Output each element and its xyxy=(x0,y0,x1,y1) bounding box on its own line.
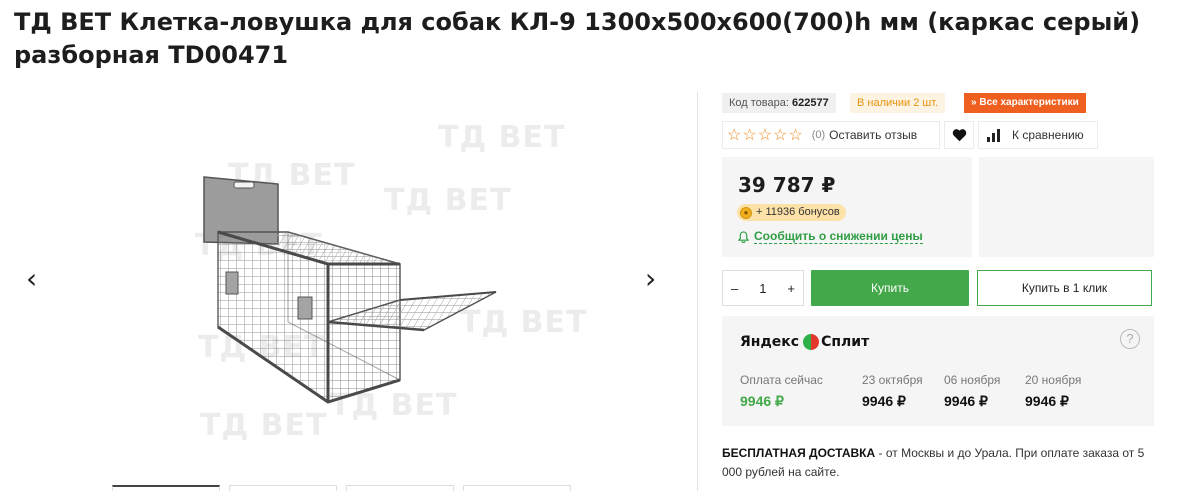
thumbnail[interactable] xyxy=(112,485,220,491)
payment-date: 06 ноября xyxy=(944,373,1001,387)
bonus-badge: ● + 11936 бонусов xyxy=(737,204,846,221)
price-side-panel xyxy=(979,157,1154,257)
delivery-info: БЕСПЛАТНАЯ ДОСТАВКА - от Москвы и до Ура… xyxy=(722,444,1162,482)
product-code-label: Код товара: xyxy=(729,97,789,109)
product-code-tag: Код товара: 622577 xyxy=(722,93,836,113)
split-brand-left: Яндекс xyxy=(740,334,800,350)
thumbnail[interactable] xyxy=(229,485,337,491)
payment-column: 20 ноября 9946 ₽ xyxy=(1025,373,1081,410)
decrease-quantity-button[interactable]: – xyxy=(731,281,738,296)
payment-column: 23 октября 9946 ₽ xyxy=(862,373,923,410)
star-outline-icon[interactable]: ☆ xyxy=(788,125,802,145)
increase-quantity-button[interactable]: + xyxy=(787,281,795,296)
favorite-button[interactable] xyxy=(944,121,974,149)
split-brand-right: Сплит xyxy=(821,334,870,350)
help-icon[interactable]: ? xyxy=(1120,329,1140,349)
divider xyxy=(697,92,698,491)
price-drop-notify-link[interactable]: Сообщить о снижении цены xyxy=(738,229,923,244)
payment-column: 06 ноября 9946 ₽ xyxy=(944,373,1000,410)
payment-date: Оплата сейчас xyxy=(740,373,823,387)
compare-bars-icon xyxy=(987,128,1002,142)
coin-icon: ● xyxy=(740,206,752,219)
payment-amount: 9946 ₽ xyxy=(740,393,784,409)
payment-date: 23 октября xyxy=(862,373,923,387)
heart-icon xyxy=(952,129,966,142)
rating-box[interactable]: ☆ ☆ ☆ ☆ ☆ (0) Оставить отзыв xyxy=(722,121,940,149)
quantity-value[interactable]: 1 xyxy=(759,281,766,296)
compare-button[interactable]: К сравнению xyxy=(978,121,1098,149)
yandex-split-logo: Яндекс Сплит xyxy=(740,334,869,350)
double-chevron-down-icon: » xyxy=(971,97,977,108)
thumbnail[interactable] xyxy=(463,485,571,491)
compare-label: К сравнению xyxy=(1012,128,1084,142)
delivery-title: БЕСПЛАТНАЯ ДОСТАВКА xyxy=(722,446,876,460)
price-value: 39 787 ₽ xyxy=(738,173,836,197)
bell-icon xyxy=(738,230,749,243)
thumbnail[interactable] xyxy=(346,485,454,491)
yandex-split-panel: Яндекс Сплит ? Оплата сейчас 9946 ₽ 23 о… xyxy=(722,316,1154,426)
product-gallery: ТД ВЕТ ТД ВЕТ ТД ВЕТ ТД ВЕТ ТД ВЕТ ТД ВЕ… xyxy=(0,90,690,491)
payment-amount: 9946 ₽ xyxy=(862,393,906,409)
product-image[interactable] xyxy=(188,172,503,412)
prev-image-arrow[interactable]: ‹ xyxy=(26,265,37,293)
all-characteristics-label: Все характеристики xyxy=(979,97,1079,108)
review-count: (0) xyxy=(811,129,826,141)
payment-amount: 9946 ₽ xyxy=(944,393,988,409)
buy-button[interactable]: Купить xyxy=(811,270,969,306)
product-code-value: 622577 xyxy=(791,97,829,109)
all-characteristics-button[interactable]: » Все характеристики xyxy=(964,93,1086,113)
payment-amount: 9946 ₽ xyxy=(1025,393,1069,409)
price-box: 39 787 ₽ ● + 11936 бонусов Сообщить о сн… xyxy=(722,157,972,257)
bonus-label: + 11936 бонусов xyxy=(756,206,840,218)
payment-column: Оплата сейчас 9946 ₽ xyxy=(740,373,823,410)
watermark: ТД ВЕТ xyxy=(438,120,566,155)
star-outline-icon[interactable]: ☆ xyxy=(773,125,787,145)
split-logo-icon xyxy=(803,334,820,350)
product-title: ТД ВЕТ Клетка-ловушка для собак КЛ-9 130… xyxy=(14,8,1141,69)
star-outline-icon[interactable]: ☆ xyxy=(727,125,741,145)
next-image-arrow[interactable]: › xyxy=(645,265,656,293)
watermark: ТД ВЕТ xyxy=(200,408,328,443)
star-outline-icon[interactable]: ☆ xyxy=(758,125,772,145)
payment-date: 20 ноября xyxy=(1025,373,1082,387)
star-outline-icon[interactable]: ☆ xyxy=(742,125,756,145)
leave-review-link[interactable]: Оставить отзыв xyxy=(829,128,917,142)
price-drop-notify-label: Сообщить о снижении цены xyxy=(754,229,923,244)
quantity-stepper: – 1 + xyxy=(722,270,804,306)
buy-one-click-button[interactable]: Купить в 1 клик xyxy=(977,270,1152,306)
stock-badge: В наличии 2 шт. xyxy=(850,93,946,113)
